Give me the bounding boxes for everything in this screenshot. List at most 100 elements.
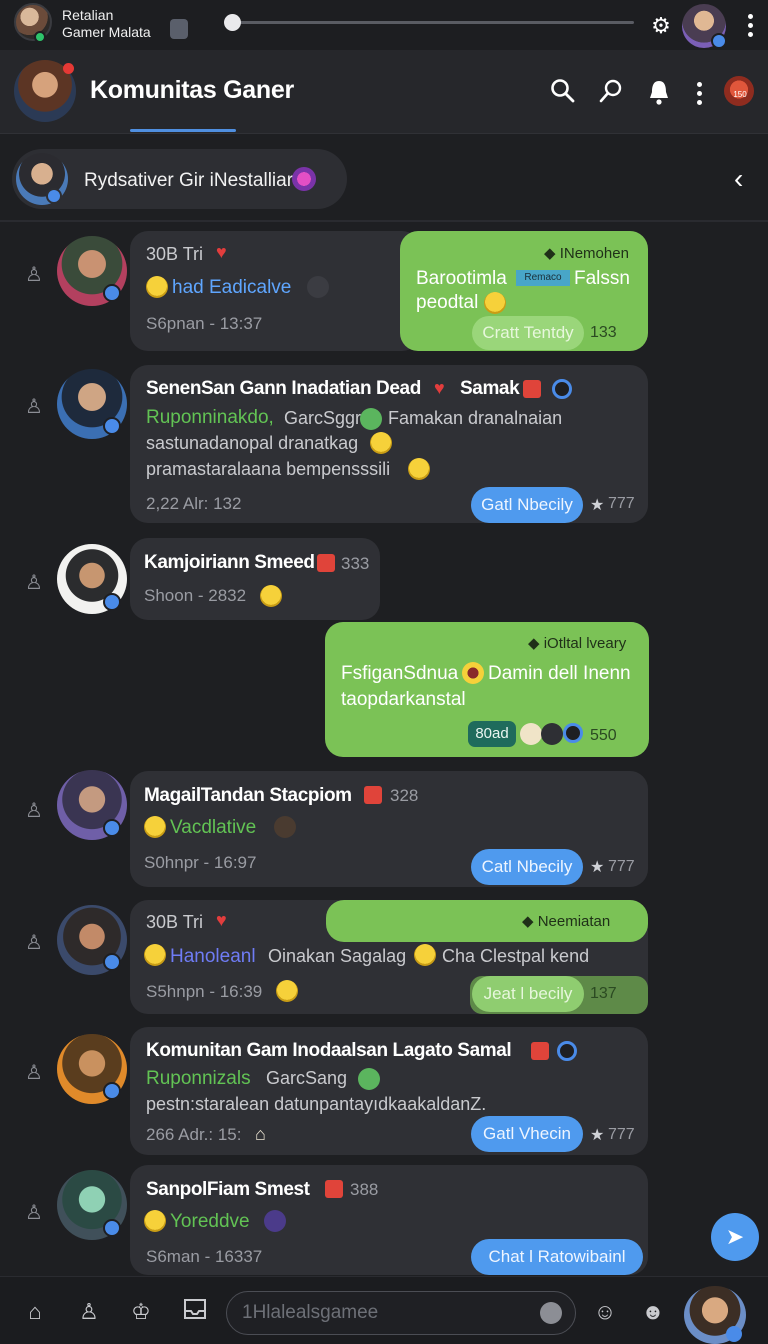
crown-icon[interactable]: ♔ [126,1297,156,1327]
online-dot-icon [34,31,46,43]
bubble-text: FsfiganSdnua [341,663,459,684]
action-button[interactable]: Gatl Nbecily [471,487,583,523]
action-button[interactable]: Catl Nbecily [471,849,583,885]
sender-name: MagailTandan Stacpiom [144,785,352,806]
emoji-icon [408,458,430,480]
search-icon[interactable] [548,78,578,108]
sticker-icon[interactable]: ☻ [638,1297,668,1327]
status-avatar[interactable] [14,3,52,41]
ball-icon [274,816,296,838]
home-small-icon: ⌂ [255,1124,266,1144]
verified-badge-icon [103,1082,121,1100]
member-count: 333 [341,554,370,573]
bubble-text-tail: Damin dell Inenn [488,663,631,684]
message-text: sastunadanopal dranatkag [146,433,359,453]
sender-name: SenenSan Gann Inadatian Dead [146,378,421,399]
pin-icon[interactable] [596,78,626,108]
star-icon: ★ [590,497,605,514]
more-menu-icon[interactable] [748,14,754,41]
sender-name: SanpolFiam Smest [146,1179,310,1200]
badge-icon [364,786,382,804]
emoji-icon [144,944,166,966]
role-label: Ruponninakdo, [146,407,274,428]
user-icon[interactable]: ♙ [74,1297,104,1327]
action-button[interactable]: Cratt Tentdy [472,316,584,350]
channel-emoji-icon [292,167,316,191]
bubble-text: Barootimla [416,268,507,289]
message-meta: 2,22 Alr: 132 [146,494,242,513]
message-bubble[interactable] [130,538,380,620]
heart-icon: ♥ [216,910,227,930]
emoji-icon [144,816,166,838]
heart-icon: ♥ [434,378,445,398]
emoji-icon [370,432,392,454]
verified-badge-icon [103,593,121,611]
smile-icon[interactable]: ☺ [590,1297,620,1327]
message-text: GarcSang [266,1068,348,1088]
globe-icon [358,1068,380,1090]
role-label: Yoreddve [170,1211,250,1232]
message-line: 30B Tri [146,912,204,932]
message-meta: S0hnpr - 16:97 [144,853,257,872]
notification-dot-icon [63,63,74,74]
sender-name-suffix: Samak [460,378,520,399]
volume-slider-track[interactable] [232,21,634,24]
verified-ring-icon [557,1041,577,1061]
count-chip[interactable]: 80ad [468,721,516,747]
ball-icon [307,276,329,298]
sender-name: Kamjoiriann Smeed [144,552,315,573]
message-text: GarcSggr [284,408,362,428]
message-line: 30B Tri [146,244,204,264]
chevron-left-icon[interactable]: ‹ [734,165,756,193]
reaction-icon[interactable] [520,723,542,745]
bubble-text-tail: Falssn [574,268,630,289]
badge-icon [317,554,335,572]
message-time: 550 [590,727,617,744]
badge-icon [325,1180,343,1198]
status-name-line1: Retalian [62,7,114,23]
compose-icon[interactable]: ➤ [711,1213,759,1261]
header-more-icon[interactable] [697,82,703,109]
reaction-icon[interactable] [541,723,563,745]
home-icon[interactable]: ⌂ [20,1297,50,1327]
user-icon: ♙ [25,572,43,594]
volume-slider-knob[interactable] [224,14,241,31]
user-icon: ♙ [25,932,43,954]
message-meta: S6pnan - 13:37 [146,314,263,333]
mic-icon[interactable] [540,1302,562,1324]
message-meta: S6man - 16337 [146,1247,263,1266]
message-time: 133 [590,324,617,341]
message-meta: 266 Adr.: 15: [146,1125,242,1144]
action-button[interactable]: Gatl Vhecin [471,1116,583,1152]
heart-icon: ♥ [216,242,227,262]
badge-icon [531,1042,549,1060]
page-title: Komunitas Ganer [90,76,294,104]
message-input-placeholder: 1Hlalealsgamee [242,1302,379,1323]
header-badge-text: 150 [733,90,747,99]
action-button[interactable]: Jeat l becily [472,976,584,1012]
ball-icon [264,1210,286,1232]
divider [0,220,768,222]
bubble-header-text: iOtltal lveary [543,635,627,652]
verified-badge-icon [103,1219,121,1237]
emoji-icon [260,585,282,607]
inbox-icon[interactable] [180,1297,210,1327]
gear-icon[interactable]: ⚙ [650,15,672,37]
verified-badge-icon [103,284,121,302]
verified-badge-icon [103,953,121,971]
emoji-icon [146,276,168,298]
star-icon: ★ [590,1127,605,1144]
bubble-header-text: INemohen [559,245,629,262]
emoji-icon [276,980,298,1002]
active-tab-indicator [130,129,236,132]
emoji-icon [414,944,436,966]
verified-ring-icon [552,379,572,399]
channel-name: Rydsativer Gir iNestalliar [84,170,294,191]
bell-icon[interactable] [644,78,674,108]
star-count: 777 [608,858,635,875]
chat-button[interactable]: Chat l Ratowibainl [471,1239,643,1275]
verified-badge-icon [726,1326,742,1342]
verified-badge-icon [711,33,727,49]
badge-icon [523,380,541,398]
role-label: had Eadicalve [172,277,292,298]
